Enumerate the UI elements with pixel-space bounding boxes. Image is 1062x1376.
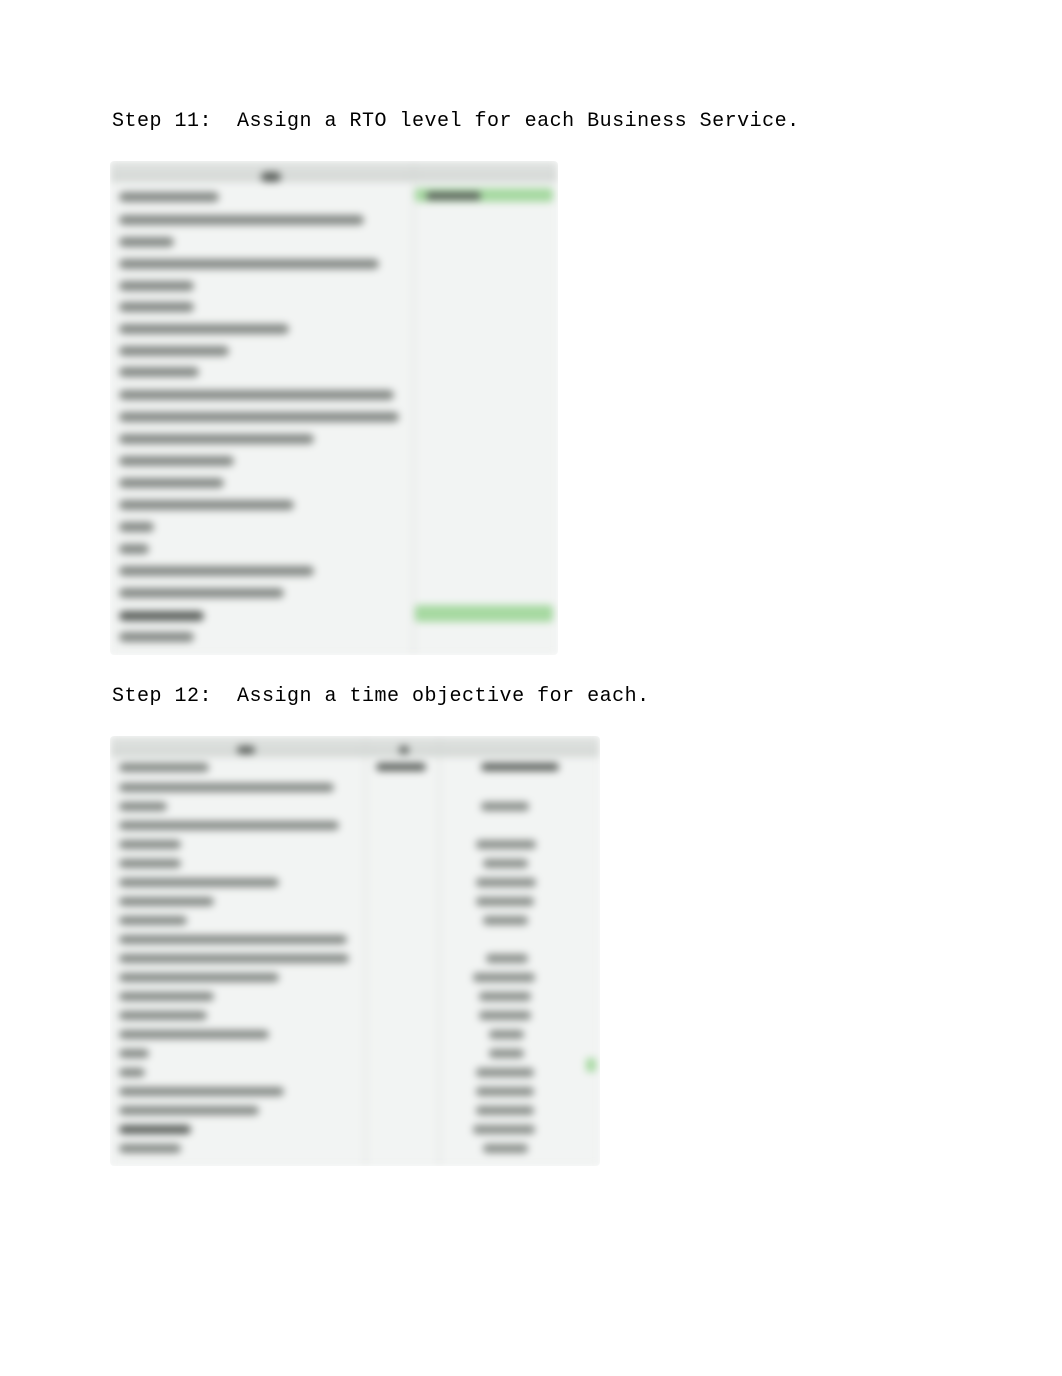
step-11-heading: Step 11: Assign a RTO level for each Bus…: [112, 110, 1062, 133]
table-2-blurred-image: [110, 736, 600, 1166]
step-12-heading: Step 12: Assign a time objective for eac…: [112, 685, 1062, 708]
table-1-blurred-image: [110, 161, 558, 655]
